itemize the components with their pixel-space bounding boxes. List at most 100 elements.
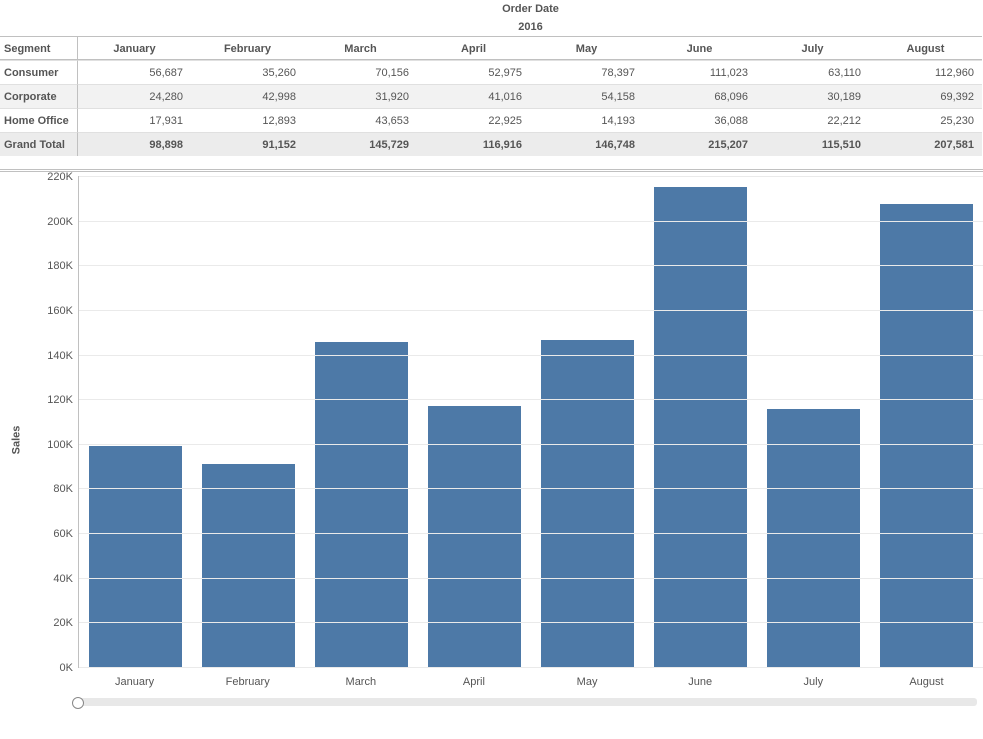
grid-line: 180K [79, 265, 983, 266]
cell[interactable]: 17,931 [78, 108, 191, 132]
grand-total-label[interactable]: Grand Total [0, 132, 78, 156]
x-tick-label: May [531, 672, 644, 692]
bars-container [79, 176, 983, 667]
x-tick-label: March [304, 672, 417, 692]
cell[interactable]: 56,687 [78, 60, 191, 84]
bar-chart: Sales 0K20K40K60K80K100K120K140K160K180K… [0, 170, 983, 710]
column-headers-row: Segment January February March April May… [0, 36, 983, 60]
table-title: Order Date [78, 0, 983, 18]
cell[interactable]: 30,189 [756, 84, 869, 108]
bar[interactable] [767, 409, 860, 667]
bar-slot [531, 176, 644, 667]
segment-name[interactable]: Home Office [0, 108, 78, 132]
cell[interactable]: 98,898 [78, 132, 191, 156]
grid-line: 140K [79, 355, 983, 356]
cell[interactable]: 70,156 [304, 60, 417, 84]
col-header[interactable]: February [191, 36, 304, 60]
y-tick-label: 40K [53, 573, 73, 585]
cell[interactable]: 111,023 [643, 60, 756, 84]
bar[interactable] [315, 342, 408, 667]
cell[interactable]: 69,392 [869, 84, 982, 108]
cell[interactable]: 146,748 [530, 132, 643, 156]
cell[interactable]: 63,110 [756, 60, 869, 84]
grid-line: 100K [79, 444, 983, 445]
cell[interactable]: 54,158 [530, 84, 643, 108]
y-tick-label: 20K [53, 617, 73, 629]
y-tick-label: 100K [47, 439, 73, 451]
bar[interactable] [202, 464, 295, 667]
cell[interactable]: 52,975 [417, 60, 530, 84]
bar[interactable] [428, 406, 521, 667]
bar-slot [418, 176, 531, 667]
col-header[interactable]: June [643, 36, 756, 60]
cell[interactable]: 42,998 [191, 84, 304, 108]
cell[interactable]: 14,193 [530, 108, 643, 132]
grid-line: 60K [79, 533, 983, 534]
table-row: Home Office 17,931 12,893 43,653 22,925 … [0, 108, 983, 132]
grid-line: 0K [79, 667, 983, 668]
cell[interactable]: 22,925 [417, 108, 530, 132]
cell[interactable]: 115,510 [756, 132, 869, 156]
col-header[interactable]: August [869, 36, 982, 60]
grid-line: 120K [79, 399, 983, 400]
cell[interactable]: 31,920 [304, 84, 417, 108]
bar-slot [79, 176, 192, 667]
cell[interactable]: 78,397 [530, 60, 643, 84]
grid-line: 220K [79, 176, 983, 177]
y-tick-label: 0K [60, 662, 73, 674]
plot-area[interactable]: 0K20K40K60K80K100K120K140K160K180K200K22… [78, 176, 983, 668]
cell[interactable]: 68,096 [643, 84, 756, 108]
bar[interactable] [541, 340, 634, 668]
y-tick-label: 160K [47, 305, 73, 317]
bar-slot [305, 176, 418, 667]
x-axis-labels: JanuaryFebruaryMarchAprilMayJuneJulyAugu… [78, 672, 983, 692]
y-tick-label: 180K [47, 260, 73, 272]
grand-total-row: Grand Total 98,898 91,152 145,729 116,91… [0, 132, 983, 156]
y-tick-label: 60K [53, 528, 73, 540]
x-tick-label: July [757, 672, 870, 692]
col-header[interactable]: May [530, 36, 643, 60]
col-header[interactable]: July [756, 36, 869, 60]
bar[interactable] [89, 446, 182, 667]
cell[interactable]: 43,653 [304, 108, 417, 132]
bar[interactable] [654, 187, 747, 667]
cell[interactable]: 41,016 [417, 84, 530, 108]
cell[interactable]: 12,893 [191, 108, 304, 132]
crosstab: Order Date 2016 Segment January February… [0, 0, 983, 170]
cell[interactable]: 24,280 [78, 84, 191, 108]
table-row: Corporate 24,280 42,998 31,920 41,016 54… [0, 84, 983, 108]
col-header[interactable]: March [304, 36, 417, 60]
grid-line: 20K [79, 622, 983, 623]
x-tick-label: April [417, 672, 530, 692]
cell[interactable]: 116,916 [417, 132, 530, 156]
table-year: 2016 [78, 18, 983, 36]
x-tick-label: August [870, 672, 983, 692]
cell[interactable]: 91,152 [191, 132, 304, 156]
horizontal-scrollbar[interactable] [78, 698, 977, 706]
cell[interactable]: 35,260 [191, 60, 304, 84]
table-row: Consumer 56,687 35,260 70,156 52,975 78,… [0, 60, 983, 84]
grid-line: 40K [79, 578, 983, 579]
col-header[interactable]: January [78, 36, 191, 60]
cell[interactable]: 25,230 [869, 108, 982, 132]
x-tick-label: February [191, 672, 304, 692]
cell[interactable]: 22,212 [756, 108, 869, 132]
cell[interactable]: 112,960 [869, 60, 982, 84]
y-tick-label: 200K [47, 216, 73, 228]
cell[interactable]: 145,729 [304, 132, 417, 156]
segment-name[interactable]: Consumer [0, 60, 78, 84]
bar[interactable] [880, 204, 973, 667]
scroll-knob-icon[interactable] [72, 697, 84, 709]
x-tick-label: June [644, 672, 757, 692]
cell[interactable]: 215,207 [643, 132, 756, 156]
grid-line: 80K [79, 488, 983, 489]
cell[interactable]: 36,088 [643, 108, 756, 132]
cell[interactable]: 207,581 [869, 132, 982, 156]
col-header[interactable]: April [417, 36, 530, 60]
bar-slot [192, 176, 305, 667]
y-tick-label: 140K [47, 350, 73, 362]
x-tick-label: January [78, 672, 191, 692]
segment-name[interactable]: Corporate [0, 84, 78, 108]
y-tick-label: 80K [53, 483, 73, 495]
segment-header: Segment [0, 36, 78, 60]
